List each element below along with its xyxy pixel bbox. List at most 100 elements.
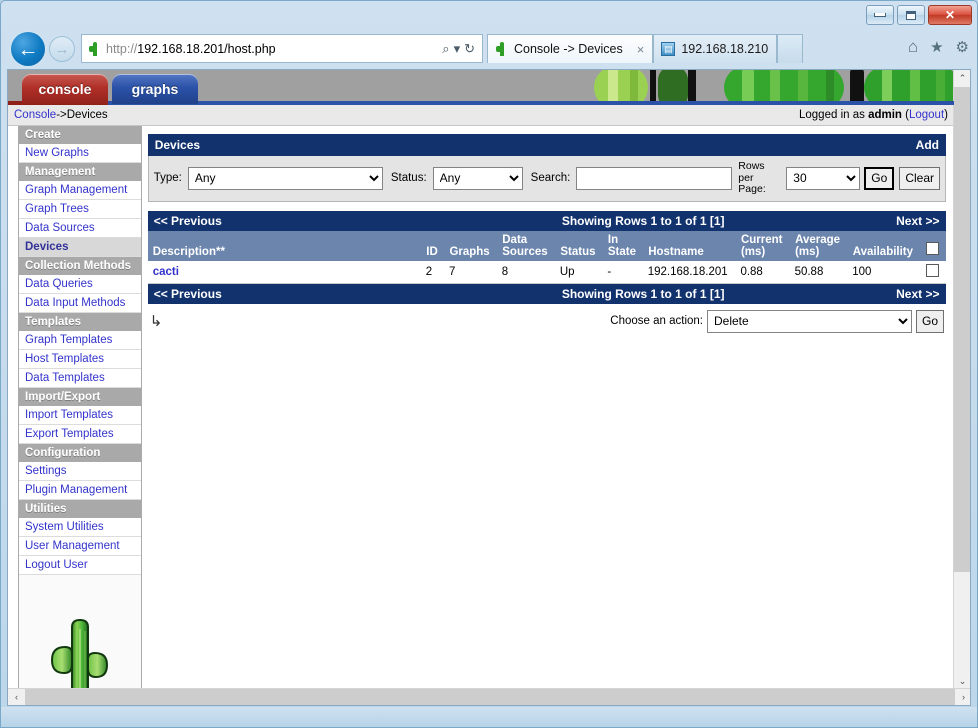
cell-current-ms: 0.88 (735, 260, 790, 284)
logout-link[interactable]: Logout (909, 109, 944, 121)
device-filter-bar: Type: Any Status: Any Search: Rows per P… (147, 156, 946, 202)
row-select-checkbox[interactable] (925, 263, 939, 277)
sidebar-item-graph-management[interactable]: Graph Management (19, 181, 141, 200)
previous-page-link-bottom[interactable]: << Previous (154, 287, 222, 301)
cell-hostname: 192.168.18.201 (642, 260, 736, 284)
main-content: Devices Add Type: Any Status: Any Search… (142, 126, 954, 689)
favorites-star-icon[interactable]: ★ (930, 38, 943, 56)
previous-page-link-top[interactable]: << Previous (154, 214, 222, 228)
address-bar[interactable]: http://192.168.18.201/host.php ⌕ ▾ ↻ (81, 34, 483, 63)
column-id[interactable]: ID (420, 230, 445, 261)
search-icon[interactable]: ⌕ (442, 41, 449, 57)
column-graphs[interactable]: Graphs (443, 230, 498, 261)
restore-button[interactable] (897, 5, 925, 25)
sidebar-item-graph-trees[interactable]: Graph Trees (19, 200, 141, 219)
sidebar-item-host-templates[interactable]: Host Templates (19, 350, 141, 369)
sidebar-section: Management Graph Management Graph Trees … (19, 163, 141, 257)
column-data-sources[interactable]: Data Sources (496, 230, 556, 261)
device-link-cacti[interactable]: cacti (153, 266, 179, 278)
app-tabs: console graphs (22, 74, 198, 104)
sidebar-item-user-management[interactable]: User Management (19, 537, 141, 556)
table-row[interactable]: cacti 2 7 8 Up - 192.168.18.201 0.88 50.… (147, 260, 946, 284)
column-hostname[interactable]: Hostname (642, 230, 736, 261)
next-page-link-top[interactable]: Next >> (896, 214, 939, 228)
settings-gear-icon[interactable]: ⚙ (956, 38, 969, 56)
sidebar-item-settings[interactable]: Settings (19, 462, 141, 481)
sidebar-header-utilities: Utilities (19, 500, 141, 518)
app-tab-console[interactable]: console (22, 74, 108, 104)
scroll-right-button[interactable]: › (955, 689, 970, 706)
cactus-icon (88, 41, 101, 56)
horizontal-scrollbar[interactable]: ‹ › (8, 688, 970, 706)
action-select[interactable]: Delete (706, 309, 912, 333)
column-average-ms[interactable]: Average (ms) (789, 230, 848, 261)
minimize-button[interactable] (866, 5, 894, 25)
browser-toolbar-icons: ⌂ ★ ⚙ (908, 37, 969, 57)
forward-button[interactable]: → (49, 36, 75, 62)
browser-window: ✕ ← → http://192.168.18.201/host.php ⌕ ▾… (0, 0, 978, 728)
address-host-path: 192.168.18.201/host.php (137, 41, 276, 56)
cell-availability: 100 (847, 260, 921, 284)
search-input[interactable] (576, 166, 733, 190)
vertical-scrollbar-thumb[interactable] (954, 87, 970, 572)
column-select-all (920, 230, 946, 261)
rows-per-page-label: Rows per Page: (738, 160, 766, 195)
breadcrumb-console-link[interactable]: Console (14, 109, 56, 121)
sidebar-sections: Create New Graphs Management Graph Manag… (19, 126, 141, 575)
scroll-up-button[interactable]: ⌃ (954, 70, 970, 87)
paren-open: ( (901, 109, 909, 121)
column-availability[interactable]: Availability (847, 230, 922, 261)
home-icon[interactable]: ⌂ (908, 37, 918, 57)
back-arrow-icon: ← (17, 37, 39, 61)
app-tab-graphs[interactable]: graphs (112, 74, 198, 104)
close-button[interactable]: ✕ (928, 5, 972, 25)
app-banner: console graphs (8, 70, 954, 105)
cell-id: 2 (420, 260, 444, 284)
chevron-down-icon[interactable]: ▾ (454, 41, 461, 57)
new-tab-button[interactable] (777, 34, 804, 63)
sidebar-item-data-input-methods[interactable]: Data Input Methods (19, 294, 141, 313)
sidebar-item-system-utilities[interactable]: System Utilities (19, 518, 141, 537)
horizontal-scrollbar-thumb[interactable] (25, 688, 955, 705)
browser-tab-192-168-18-210[interactable]: ▤ 192.168.18.210 (653, 34, 778, 63)
cactus-icon (495, 42, 508, 56)
filter-go-button[interactable]: Go (864, 166, 895, 190)
browser-tab-console-devices[interactable]: Console -> Devices × (487, 34, 654, 63)
column-description[interactable]: Description** (147, 230, 422, 261)
column-in-state[interactable]: In State (602, 230, 644, 261)
sidebar-header-import-export: Import/Export (19, 388, 141, 406)
next-page-link-bottom[interactable]: Next >> (896, 287, 939, 301)
add-device-link[interactable]: Add (916, 138, 939, 152)
action-go-button[interactable]: Go (915, 309, 944, 333)
paren-close: ) (944, 109, 948, 121)
sidebar-item-devices[interactable]: Devices (19, 238, 141, 257)
sidebar-item-graph-templates[interactable]: Graph Templates (19, 331, 141, 350)
cell-data-sources: 8 (496, 260, 555, 284)
column-current-ms[interactable]: Current (ms) (735, 230, 791, 261)
devices-table: << Previous Showing Rows 1 to 1 of 1 [1]… (147, 210, 946, 304)
close-icon[interactable]: × (637, 42, 645, 57)
select-all-checkbox[interactable] (926, 241, 940, 255)
vertical-scrollbar[interactable]: ⌃ ⌄ (953, 70, 970, 690)
cell-graphs: 7 (443, 260, 497, 284)
sidebar-item-import-templates[interactable]: Import Templates (19, 406, 141, 425)
cell-in-state: - (602, 260, 643, 284)
scroll-left-button[interactable]: ‹ (8, 689, 25, 706)
sidebar-item-plugin-management[interactable]: Plugin Management (19, 481, 141, 500)
sidebar-item-logout-user[interactable]: Logout User (19, 556, 141, 575)
filter-clear-button[interactable]: Clear (899, 166, 940, 190)
column-status[interactable]: Status (554, 230, 603, 261)
sidebar-item-new-graphs[interactable]: New Graphs (19, 144, 141, 163)
rows-per-page-select[interactable]: 30 (786, 166, 861, 190)
sidebar-item-data-templates[interactable]: Data Templates (19, 369, 141, 388)
sidebar-item-export-templates[interactable]: Export Templates (19, 425, 141, 444)
back-button[interactable]: ← (11, 32, 45, 66)
cell-select (920, 260, 946, 284)
sidebar-item-data-sources[interactable]: Data Sources (19, 219, 141, 238)
app-tab-label: graphs (131, 81, 179, 97)
status-select[interactable]: Any (432, 166, 523, 190)
type-select[interactable]: Any (187, 166, 383, 190)
cacti-page: console graphs Console -> Devices Logged… (8, 70, 954, 705)
refresh-icon[interactable]: ↻ (464, 41, 475, 57)
sidebar-item-data-queries[interactable]: Data Queries (19, 275, 141, 294)
